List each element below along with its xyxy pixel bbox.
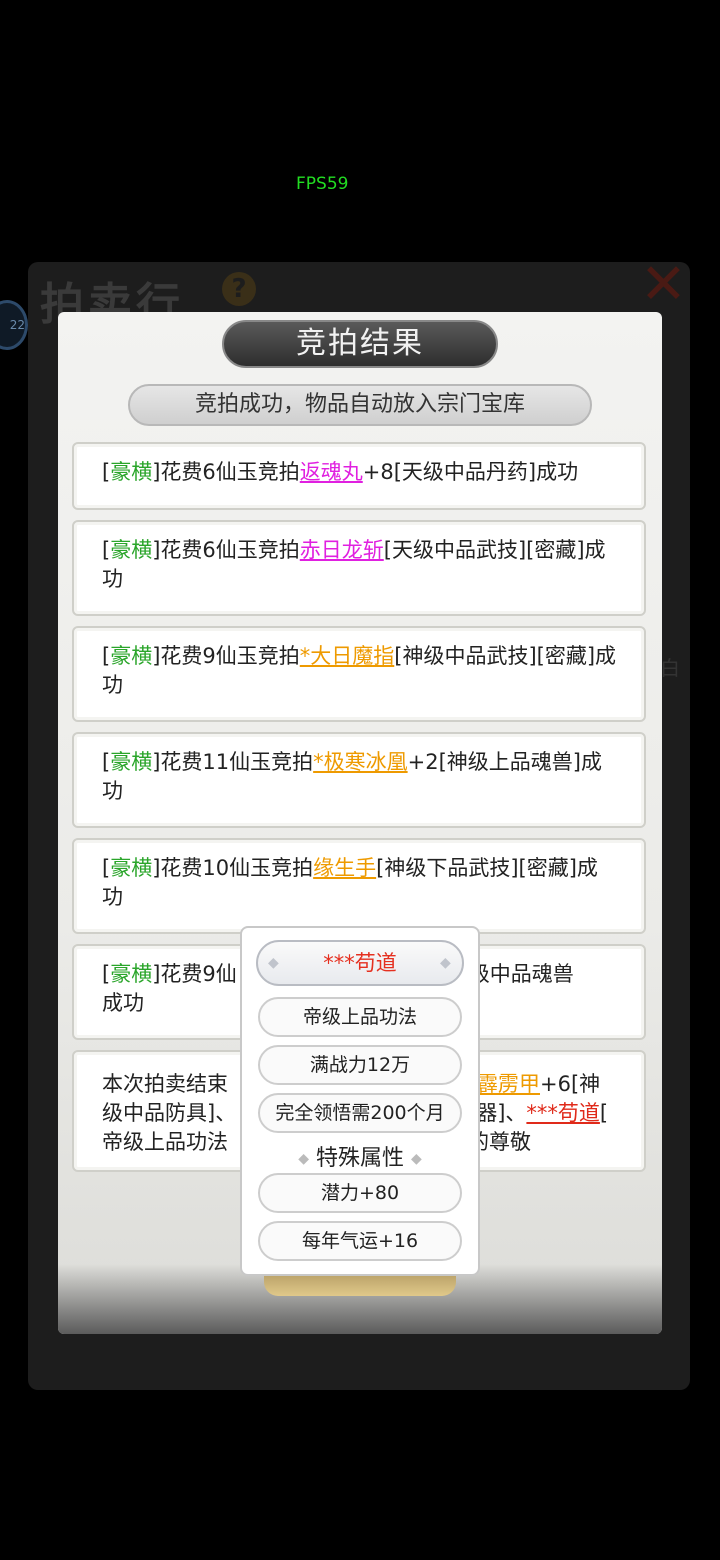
entry-text: ]花费10仙玉竞拍	[152, 856, 314, 880]
item-link[interactable]: 缘生手	[313, 856, 376, 880]
summary-text: 帝级上品功法	[102, 1130, 228, 1154]
background-text-fragment: 白	[660, 656, 680, 680]
item-link[interactable]: ***苟道	[526, 1101, 600, 1125]
summary-text: 本次拍卖结束	[102, 1072, 228, 1096]
tooltip-grade: 帝级上品功法	[258, 997, 462, 1037]
diamond-icon: ◆	[268, 955, 279, 971]
entry-text: 级中品魂兽	[468, 962, 574, 986]
item-link[interactable]: *大日魔指	[300, 644, 395, 668]
summary-text: 器]、	[476, 1101, 527, 1125]
diamond-icon: ◆	[411, 1151, 422, 1167]
tooltip-item-name: ***苟道	[256, 940, 464, 986]
result-entry: [豪横]花费11仙玉竞拍*极寒冰凰+2[神级上品魂兽]成功	[72, 732, 646, 828]
tooltip-attr-potential: 潜力+80	[258, 1173, 462, 1213]
summary-text: 级中品防具]、	[102, 1101, 237, 1125]
item-link[interactable]: 返魂丸	[300, 460, 363, 484]
entry-text: 成功	[102, 991, 144, 1015]
question-glyph: ?	[231, 274, 247, 304]
diamond-icon: ◆	[298, 1151, 309, 1167]
special-title-text: 特殊属性	[315, 1146, 404, 1171]
tooltip-power: 满战力12万	[258, 1045, 462, 1085]
item-link[interactable]: 赤日龙斩	[300, 538, 384, 562]
bidder-name: 豪横	[110, 750, 153, 774]
tooltip-special-heading: ◆ 特殊属性 ◆	[258, 1140, 462, 1172]
bidder-name: 豪横	[110, 644, 153, 668]
entry-text: ]花费6仙玉竞拍	[152, 538, 300, 562]
panel-subtitle: 竞拍成功，物品自动放入宗门宝库	[128, 384, 592, 426]
question-icon[interactable]: ?	[222, 272, 256, 306]
close-icon[interactable]: ✕	[640, 252, 687, 317]
tooltip-attr-luck: 每年气运+16	[258, 1221, 462, 1261]
summary-text: +6[神	[540, 1072, 601, 1096]
tooltip-mastery: 完全领悟需200个月	[258, 1093, 462, 1133]
entry-text: ]花费6仙玉竞拍	[152, 460, 300, 484]
fps-counter: FPS59	[296, 174, 349, 194]
bidder-name: 豪横	[110, 538, 153, 562]
panel-title: 竞拍结果	[222, 320, 498, 368]
avatar[interactable]: 22	[0, 300, 28, 350]
entry-text: ]花费9仙	[152, 962, 237, 986]
avatar-badge: 22	[9, 318, 25, 332]
result-entry: [豪横]花费6仙玉竞拍返魂丸+8[天级中品丹药]成功	[72, 442, 646, 510]
result-entry: [豪横]花费6仙玉竞拍赤日龙斩[天级中品武技][密藏]成功	[72, 520, 646, 616]
item-link[interactable]: *极寒冰凰	[313, 750, 408, 774]
bidder-name: 豪横	[110, 460, 153, 484]
diamond-icon: ◆	[440, 955, 451, 971]
entry-text: ]花费11仙玉竞拍	[152, 750, 314, 774]
result-entry: [豪横]花费9仙玉竞拍*大日魔指[神级中品武技][密藏]成功	[72, 626, 646, 722]
entry-text: +8[天级中品丹药]成功	[362, 460, 579, 484]
bidder-name: 豪横	[110, 962, 153, 986]
entry-text: ]花费9仙玉竞拍	[152, 644, 300, 668]
bidder-name: 豪横	[110, 856, 153, 880]
result-entry: [豪横]花费10仙玉竞拍缘生手[神级下品武技][密藏]成功	[72, 838, 646, 934]
summary-text: [	[599, 1101, 609, 1125]
